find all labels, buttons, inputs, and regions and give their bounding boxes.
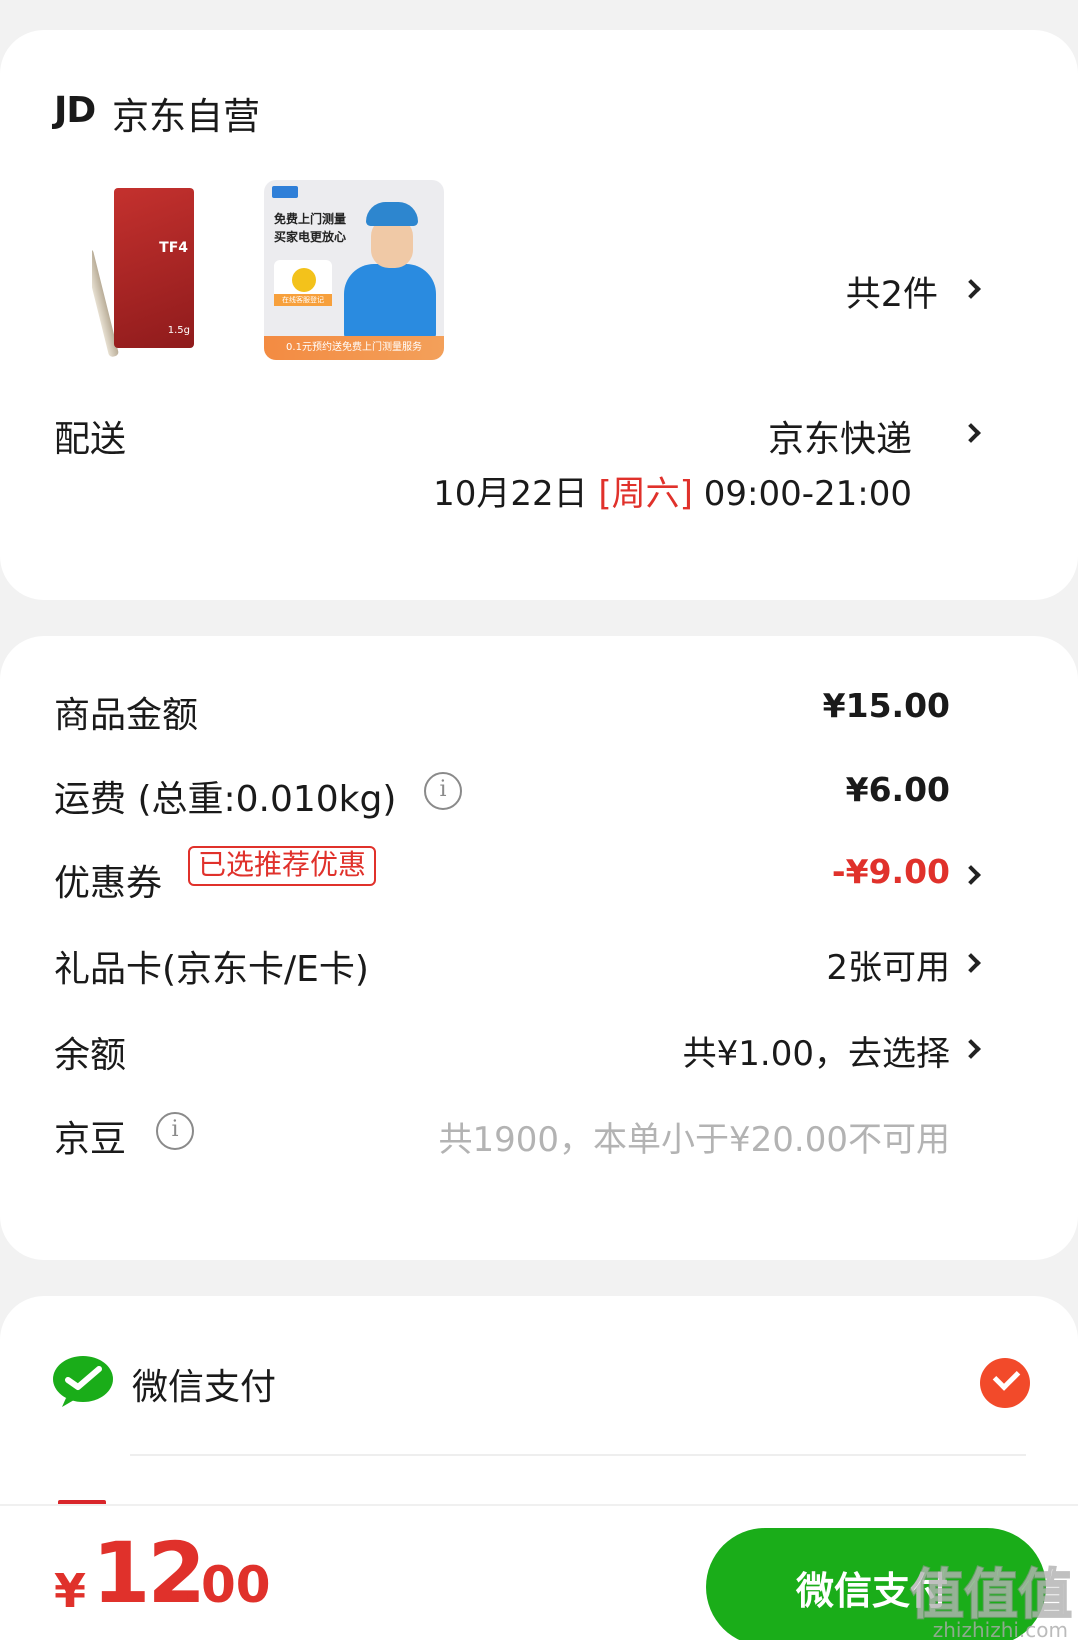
delivery-date: 10月22日 [433,474,588,514]
promo-bottom-banner: 0.1元预约送免费上门测量服务 [264,336,444,360]
delivery-weekday: [周六] [598,474,693,514]
product-count[interactable]: 共2件 [846,266,938,317]
delivery-time[interactable]: 10月22日 [周六] 09:00-21:00 [433,466,912,515]
shop-name: 京东自营 [112,95,260,138]
checkout-bar: ¥ 12 .00 微信支付 值值值 zhizhizhi.com [0,1504,1078,1640]
package-weight: 1.5g [167,325,190,336]
total-currency: ¥ [54,1564,87,1618]
chevron-right-icon[interactable] [961,953,981,973]
delivery-label: 配送 [54,419,127,460]
chevron-right-icon[interactable] [961,1039,981,1059]
info-icon[interactable]: i [156,1112,194,1150]
jd-logo: JD [54,90,96,131]
balance-label: 余额 [54,1035,127,1076]
brand-logo [272,186,298,198]
goods-amount-label: 商品金额 [54,695,199,736]
jingdou-value: 共1900，本单小于¥20.00不可用 [438,1120,951,1160]
package-label: TF4 [159,240,188,256]
shipping-label: 运费 (总重:0.010kg) [54,779,397,820]
coupon-badge: 已选推荐优惠 [188,846,377,886]
delivery-service[interactable]: 京东快递 [768,410,912,462]
balance-value[interactable]: 共¥1.00，去选择 [683,1026,950,1075]
coupon-value[interactable]: -¥9.00 [832,852,950,891]
gift-card-label: 礼品卡(京东卡/E卡) [54,949,369,990]
chevron-right-icon[interactable] [961,279,981,299]
info-icon[interactable]: i [424,772,462,810]
gift-card-value[interactable]: 2张可用 [826,940,950,989]
shop-card: JD 京东自营 TF4 1.5g 免费上门测量 买家电更放心 在线客服登记 0.… [0,30,1078,600]
delivery-window: 09:00-21:00 [703,474,912,514]
shipping-value: ¥6.00 [845,770,950,809]
product-thumbnail-2[interactable]: 免费上门测量 买家电更放心 在线客服登记 0.1元预约送免费上门测量服务 [264,180,444,360]
chevron-right-icon[interactable] [961,865,981,885]
wechat-pay-icon [53,1356,113,1407]
divider [130,1454,1026,1456]
watermark-url: zhizhizhi.com [932,1618,1068,1640]
promo-tag: 在线客服登记 [274,294,332,306]
chevron-right-icon[interactable] [961,423,981,443]
payment-method-label: 微信支付 [132,1367,277,1408]
price-card: 商品金额 ¥15.00 运费 (总重:0.010kg) i ¥6.00 优惠券 … [0,636,1078,1260]
coupon-label: 优惠券 [54,863,163,904]
thermal-paste-package: TF4 1.5g [114,188,194,348]
total-amount-decimal: .00 [182,1556,271,1614]
product-thumbnail-1[interactable]: TF4 1.5g [92,188,202,368]
selected-check-icon[interactable] [980,1358,1030,1408]
goods-amount-value: ¥15.00 [822,686,950,725]
jingdou-label: 京豆 [54,1119,127,1160]
promo-line-2: 买家电更放心 [274,230,347,244]
promo-line-1: 免费上门测量 [274,212,347,226]
technician-image [340,202,436,340]
